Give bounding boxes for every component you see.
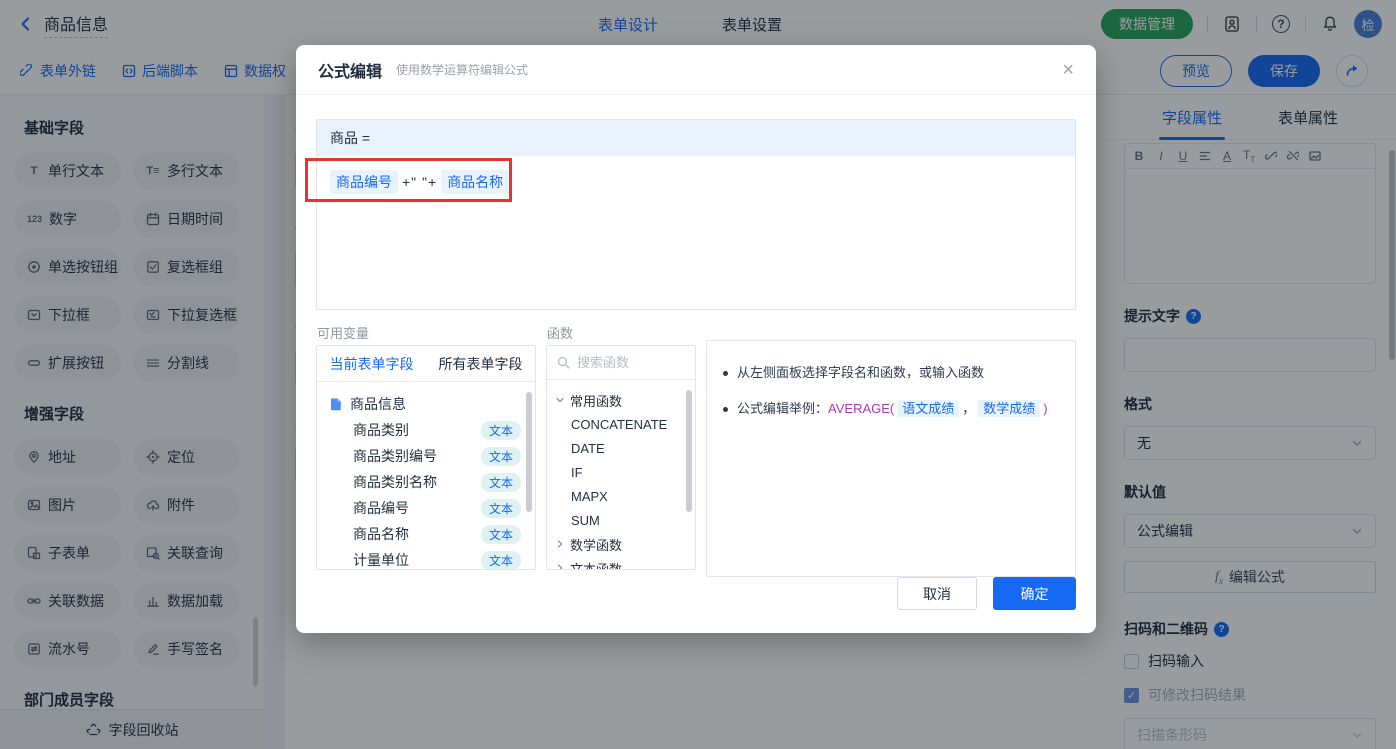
modal-title: 公式编辑 bbox=[318, 63, 383, 81]
variable-item[interactable]: 商品编号 文本 bbox=[317, 495, 535, 521]
example-field-chip: 数学成绩 bbox=[978, 400, 1041, 417]
function-group-common[interactable]: 常用函数 bbox=[547, 388, 695, 412]
formula-target-field: 商品 = bbox=[317, 120, 1075, 156]
function-item[interactable]: SUM bbox=[547, 508, 695, 532]
variables-panel: 当前表单字段 所有表单字段 商品信息 商品类别 文本 商品类别编号 文本 商品类别名… bbox=[316, 345, 536, 570]
cancel-button[interactable]: 取消 bbox=[897, 577, 977, 610]
formula-operator: +" "+ bbox=[402, 174, 438, 190]
modal-subtitle: 使用数学运算符编辑公式 bbox=[396, 63, 529, 77]
functions-label: 函数 bbox=[547, 326, 574, 341]
function-item[interactable]: DATE bbox=[547, 436, 695, 460]
type-badge: 文本 bbox=[480, 550, 521, 569]
functions-scrollbar[interactable] bbox=[686, 390, 692, 512]
tab-all-form-fields[interactable]: 所有表单字段 bbox=[426, 354, 535, 374]
function-search[interactable] bbox=[547, 346, 695, 380]
variable-tree-root[interactable]: 商品信息 bbox=[317, 391, 535, 417]
variable-item[interactable]: 商品类别名称 文本 bbox=[317, 469, 535, 495]
chevron-right-icon bbox=[557, 540, 563, 548]
variable-item[interactable]: 商品类别编号 文本 bbox=[317, 443, 535, 469]
bullet-icon bbox=[723, 371, 728, 376]
type-badge: 文本 bbox=[480, 498, 521, 518]
formula-input-area[interactable]: 商品编号 +" "+ 商品名称 bbox=[317, 156, 1075, 208]
type-badge: 文本 bbox=[480, 472, 521, 492]
formula-field-chip[interactable]: 商品名称 bbox=[441, 170, 510, 194]
formula-edit-modal: 公式编辑 使用数学运算符编辑公式 × 商品 = 商品编号 +" "+ 商品名称 可用… bbox=[296, 45, 1096, 633]
bullet-icon bbox=[723, 407, 728, 412]
variable-item[interactable]: 商品类别 文本 bbox=[317, 417, 535, 443]
variables-label: 可用变量 bbox=[317, 326, 370, 341]
function-item[interactable]: CONCATENATE bbox=[547, 412, 695, 436]
formula-field-chip[interactable]: 商品编号 bbox=[330, 170, 398, 194]
function-item[interactable]: MAPX bbox=[547, 484, 695, 508]
search-icon bbox=[557, 356, 570, 369]
function-item[interactable]: IF bbox=[547, 460, 695, 484]
example-field-chip: 语文成绩 bbox=[897, 400, 960, 417]
type-badge: 文本 bbox=[480, 420, 521, 440]
functions-panel: 常用函数 CONCATENATE DATE IF MAPX SUM 数学函数 文… bbox=[546, 345, 696, 570]
function-group-math[interactable]: 数学函数 bbox=[547, 532, 695, 556]
chevron-down-icon bbox=[556, 397, 564, 403]
help-text: 从左侧面板选择字段名和函数，或输入函数 bbox=[737, 365, 985, 380]
variable-item[interactable]: 计量单位 文本 bbox=[317, 547, 535, 569]
file-icon bbox=[331, 398, 341, 411]
function-name-text: AVERAGE( bbox=[828, 401, 895, 416]
formula-help-panel: 从左侧面板选择字段名和函数，或输入函数 公式编辑举例：AVERAGE(语文成绩，… bbox=[706, 340, 1076, 577]
variable-item[interactable]: 商品名称 文本 bbox=[317, 521, 535, 547]
function-search-input[interactable] bbox=[577, 355, 677, 370]
variables-scrollbar[interactable] bbox=[526, 392, 532, 512]
function-group-text[interactable]: 文本函数 bbox=[547, 556, 695, 569]
help-example: 公式编辑举例：AVERAGE(语文成绩，数学成绩) bbox=[737, 400, 1048, 417]
confirm-button[interactable]: 确定 bbox=[993, 577, 1076, 610]
chevron-right-icon bbox=[557, 564, 563, 569]
tab-current-form-fields[interactable]: 当前表单字段 bbox=[317, 354, 426, 374]
type-badge: 文本 bbox=[480, 446, 521, 466]
type-badge: 文本 bbox=[480, 524, 521, 544]
app-root: 商品信息 表单设计 表单设置 数据管理 ? 检 表单外链 后端脚本 数据权 预览… bbox=[0, 0, 1396, 749]
close-icon[interactable]: × bbox=[1062, 60, 1074, 80]
formula-editor: 商品 = 商品编号 +" "+ 商品名称 bbox=[316, 119, 1076, 310]
